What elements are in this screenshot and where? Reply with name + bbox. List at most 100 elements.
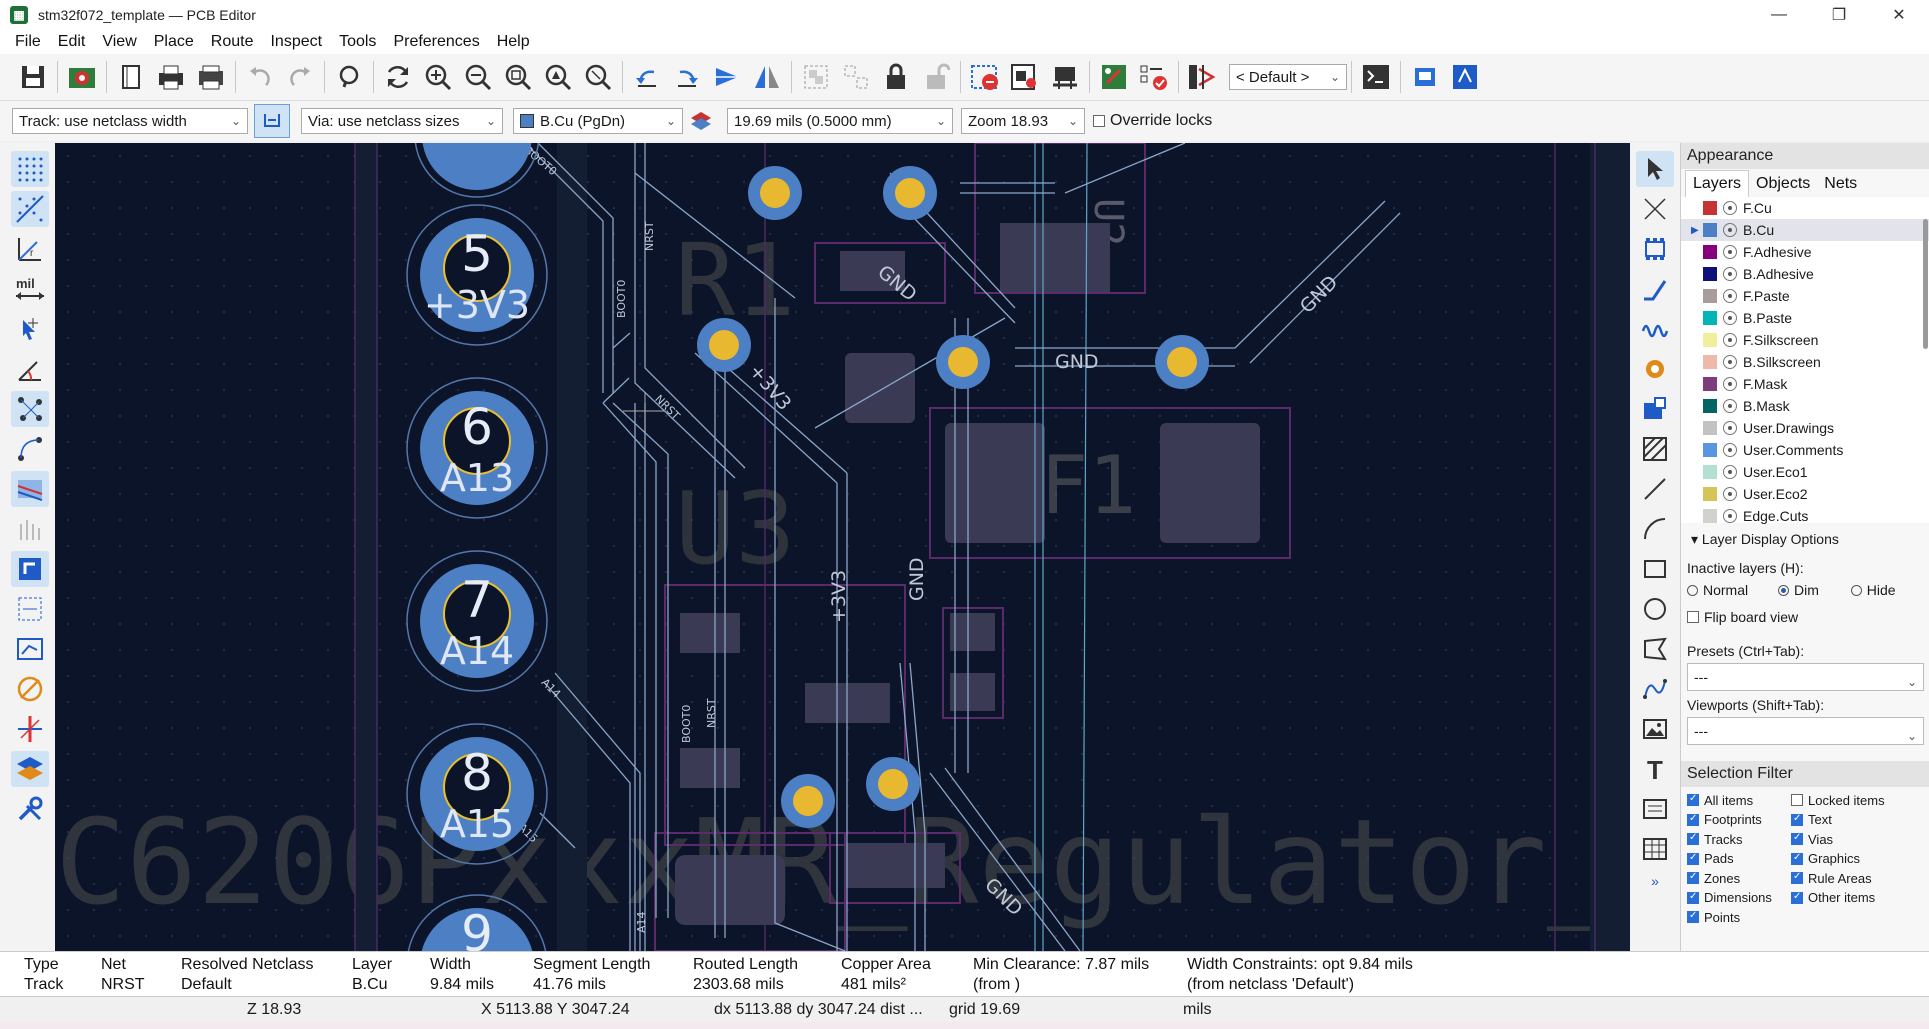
run-tests-icon[interactable]	[1137, 60, 1171, 94]
menu-file[interactable]: File	[7, 33, 50, 51]
layer-color-swatch[interactable]	[1703, 465, 1717, 479]
pad-5[interactable]: 5 +3V3	[406, 204, 548, 346]
close-button[interactable]: ✕	[1869, 0, 1929, 30]
layer-row[interactable]: ▶ B.Cu	[1681, 219, 1929, 241]
filter-checkbox[interactable]: Vias	[1791, 832, 1895, 847]
draw-bezier-icon[interactable]	[1636, 671, 1674, 707]
filter-checkbox[interactable]: Zones	[1687, 871, 1791, 886]
zoom-in-icon[interactable]	[421, 60, 455, 94]
pad-8[interactable]: 8 A15	[406, 723, 548, 865]
layer-color-swatch[interactable]	[1703, 355, 1717, 369]
route-track-icon[interactable]	[1636, 271, 1674, 307]
draw-circle-icon[interactable]	[1636, 591, 1674, 627]
maximize-button[interactable]: ❐	[1809, 0, 1869, 30]
layer-color-swatch[interactable]	[1703, 443, 1717, 457]
menu-view[interactable]: View	[94, 33, 145, 51]
pcb-canvas[interactable]: C6206PxxxMR_Regulator_Linear R1 U3 F1 U2	[55, 143, 1630, 951]
layer-select[interactable]: B.Cu (PgDn) ⌄	[513, 108, 683, 134]
via-size-select[interactable]: Via: use netclass sizes ⌄	[301, 108, 503, 134]
select-tool-icon[interactable]	[1636, 151, 1674, 187]
layers-manager-icon[interactable]	[11, 751, 49, 787]
layer-row[interactable]: F.Mask	[1681, 373, 1929, 395]
add-text-icon[interactable]: T	[1636, 751, 1674, 787]
menu-place[interactable]: Place	[146, 33, 203, 51]
layer-color-swatch[interactable]	[1703, 311, 1717, 325]
filter-checkbox[interactable]: Locked items	[1791, 793, 1895, 808]
layer-color-swatch[interactable]	[1703, 399, 1717, 413]
filter-box[interactable]	[1687, 793, 1699, 806]
via-outline-icon[interactable]	[11, 591, 49, 627]
layer-display-options-header[interactable]: ▾ Layer Display Options	[1691, 531, 1924, 548]
filter-checkbox[interactable]: Pads	[1687, 851, 1791, 866]
terminal-icon[interactable]	[1359, 60, 1393, 94]
update-pcb-icon[interactable]	[1097, 60, 1131, 94]
tab-layers[interactable]: Layers	[1685, 170, 1750, 197]
add-footprint-icon[interactable]	[1636, 231, 1674, 267]
plugin-export-icon[interactable]	[1408, 60, 1442, 94]
menu-help[interactable]: Help	[489, 33, 539, 51]
minimize-button[interactable]: —	[1749, 0, 1809, 30]
zoom-fit-icon[interactable]	[501, 60, 535, 94]
inactive-normal-radio[interactable]: Normal	[1687, 582, 1748, 598]
group-icon[interactable]	[799, 60, 833, 94]
inactive-dim-radio[interactable]: Dim	[1778, 582, 1819, 598]
save-icon[interactable]	[16, 60, 50, 94]
zoom-selection-icon[interactable]	[581, 60, 615, 94]
footprint-editor-icon[interactable]	[1008, 60, 1042, 94]
add-zone-icon[interactable]	[1636, 391, 1674, 427]
grid-toggle-icon[interactable]	[11, 151, 49, 187]
tune-length-icon[interactable]	[1636, 311, 1674, 347]
ungroup-icon[interactable]	[839, 60, 873, 94]
eye-icon[interactable]	[1723, 245, 1737, 259]
filter-checkbox[interactable]: Text	[1791, 812, 1895, 827]
menu-route[interactable]: Route	[203, 33, 263, 51]
filter-box[interactable]	[1687, 832, 1699, 845]
graphic-outline-icon[interactable]	[11, 671, 49, 707]
layer-color-swatch[interactable]	[1703, 487, 1717, 501]
draw-polygon-icon[interactable]	[1636, 631, 1674, 667]
layer-row[interactable]: B.Adhesive	[1681, 263, 1929, 285]
flip-icon[interactable]	[710, 60, 744, 94]
layer-row[interactable]: User.Eco1	[1681, 461, 1929, 483]
menu-tools[interactable]: Tools	[331, 33, 385, 51]
layer-row[interactable]: F.Paste	[1681, 285, 1929, 307]
filter-box[interactable]	[1791, 852, 1803, 865]
filter-box[interactable]	[1791, 794, 1803, 806]
layer-row[interactable]: User.Comments	[1681, 439, 1929, 461]
layer-row[interactable]: B.Paste	[1681, 307, 1929, 329]
layer-row[interactable]: F.Adhesive	[1681, 241, 1929, 263]
curved-ratsnest-icon[interactable]	[11, 431, 49, 467]
eye-icon[interactable]	[1723, 311, 1737, 325]
layer-color-swatch[interactable]	[1703, 201, 1717, 215]
filter-box[interactable]	[1687, 852, 1699, 865]
eye-icon[interactable]	[1723, 201, 1737, 215]
mirror-icon[interactable]	[750, 60, 784, 94]
more-tools-icon[interactable]: »	[1630, 873, 1680, 889]
layer-color-swatch[interactable]	[1703, 509, 1717, 523]
filter-checkbox[interactable]: Rule Areas	[1791, 871, 1895, 886]
filter-checkbox[interactable]: Other items	[1791, 890, 1895, 905]
layer-color-swatch[interactable]	[1703, 267, 1717, 281]
layer-list-scrollbar[interactable]	[1923, 219, 1928, 349]
filter-checkbox[interactable]: Dimensions	[1687, 890, 1791, 905]
layer-pair-icon[interactable]	[686, 104, 716, 138]
unlock-icon[interactable]	[919, 60, 953, 94]
grid-select[interactable]: 19.69 mils (0.5000 mm) ⌄	[727, 108, 953, 134]
board-setup-icon[interactable]	[65, 60, 99, 94]
menu-preferences[interactable]: Preferences	[385, 33, 488, 51]
flip-board-checkbox[interactable]: Flip board view	[1687, 609, 1924, 625]
filter-checkbox[interactable]: All items	[1687, 793, 1791, 808]
layer-row[interactable]: F.Cu	[1681, 197, 1929, 219]
cursor-crosshair-icon[interactable]	[11, 311, 49, 347]
menu-inspect[interactable]: Inspect	[262, 33, 331, 51]
zone-fill-icon[interactable]	[11, 471, 49, 507]
filter-box[interactable]	[1791, 813, 1803, 826]
eye-icon[interactable]	[1723, 465, 1737, 479]
layer-row[interactable]: B.Mask	[1681, 395, 1929, 417]
undo-icon[interactable]	[243, 60, 277, 94]
viewports-dropdown[interactable]: --- ⌄	[1687, 716, 1924, 745]
layer-color-swatch[interactable]	[1703, 245, 1717, 259]
find-icon[interactable]	[332, 60, 366, 94]
override-locks-box[interactable]	[1093, 115, 1105, 127]
lock-icon[interactable]	[879, 60, 913, 94]
